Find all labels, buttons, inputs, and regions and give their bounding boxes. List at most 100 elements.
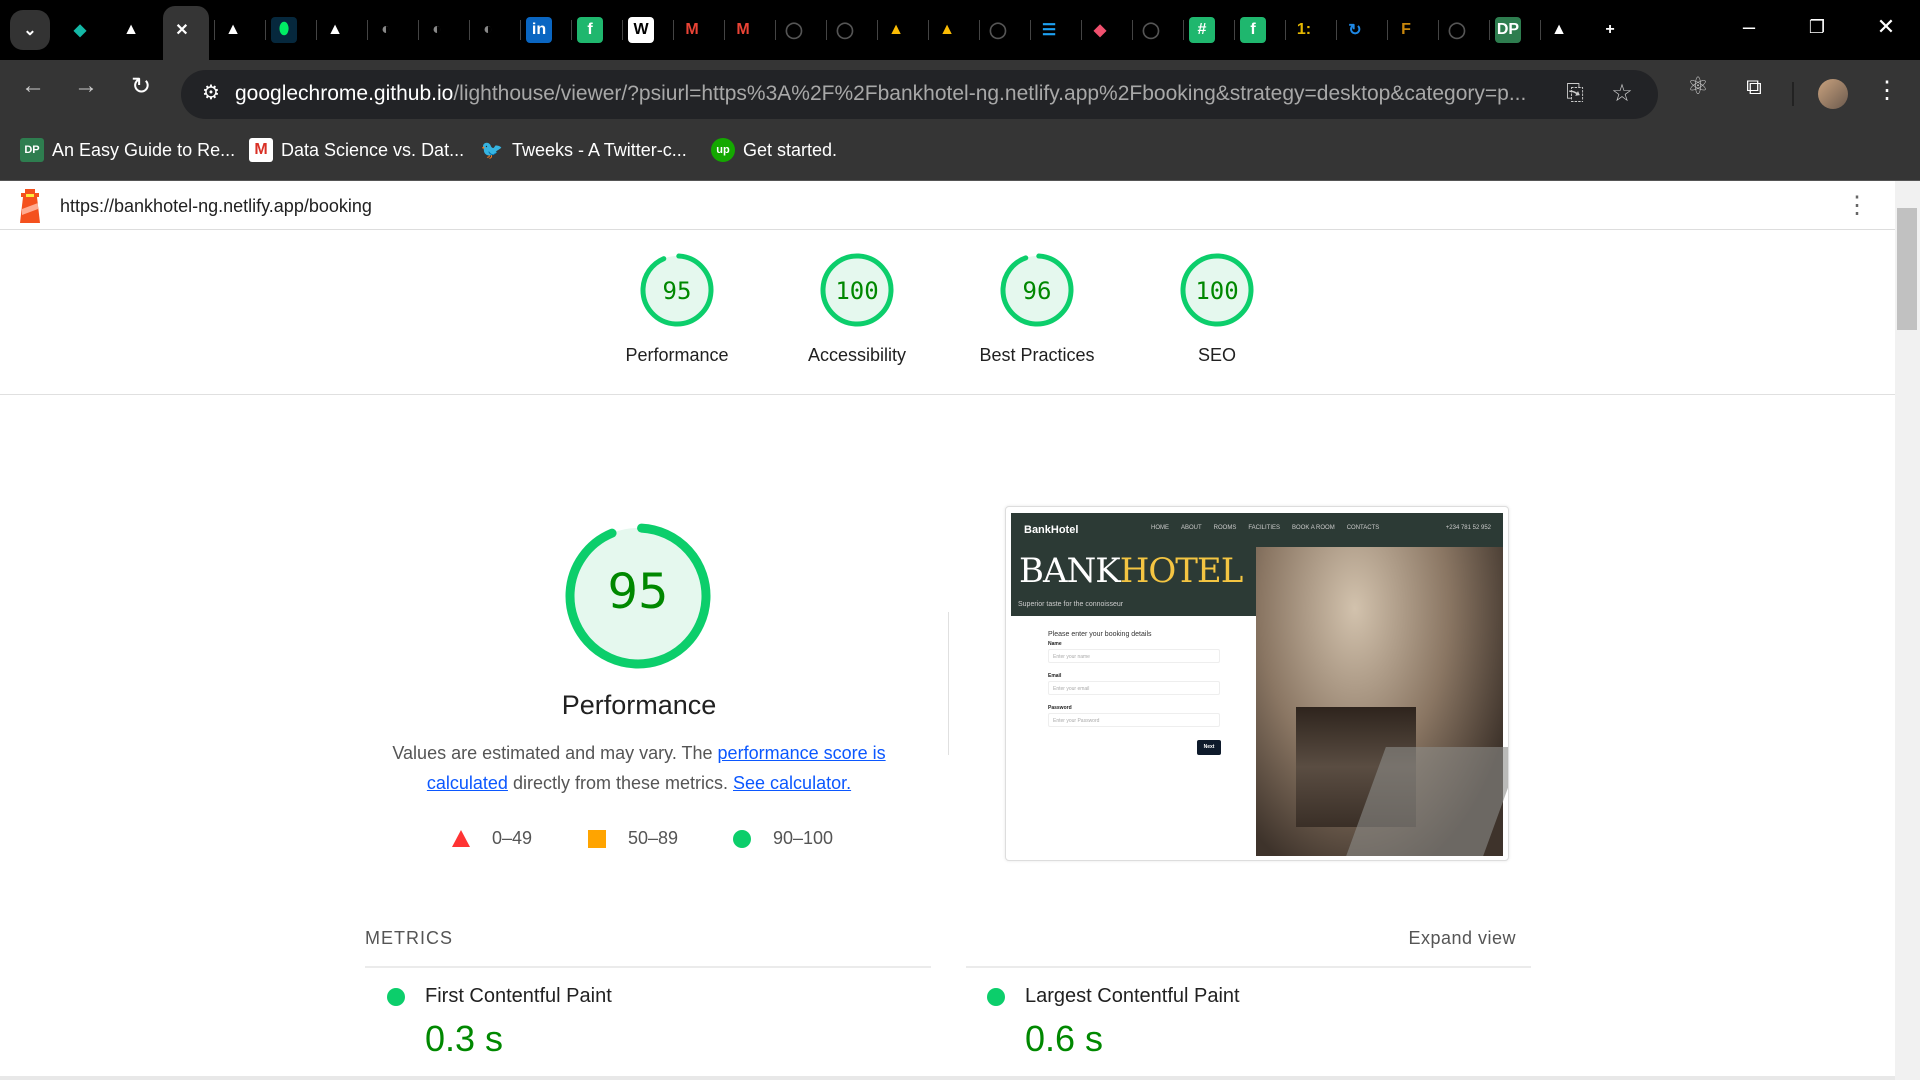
expand-view-button[interactable]: Expand view [1402, 928, 1516, 949]
toolbar-separator [1792, 82, 1794, 106]
gmail-icon[interactable]: M [679, 17, 705, 43]
metrics-header: METRICS [365, 928, 453, 948]
avatar[interactable] [1818, 79, 1848, 109]
report-url: https://bankhotel-ng.netlify.app/booking [60, 196, 372, 216]
preview-nav-item: ROOMS [1213, 525, 1237, 531]
github-icon[interactable]: ◯ [1444, 17, 1470, 43]
minimize-button[interactable]: – [1729, 14, 1769, 40]
gmail-icon[interactable]: M [730, 17, 756, 43]
gauge-best-practices[interactable]: 96 [999, 252, 1075, 328]
metric-value-fcp: 0.3 s [425, 1018, 504, 1059]
tab-separator [979, 20, 980, 40]
f-letter-icon[interactable]: F [1393, 17, 1419, 43]
preview-field-input: Enter your name [1048, 649, 1220, 663]
google-drive-icon[interactable]: ▲ [883, 17, 909, 43]
vertical-divider [948, 612, 949, 755]
legend-label: 90–100 [773, 828, 834, 848]
preview-nav-item: CONTACTS [1346, 525, 1380, 531]
preview-field-label: Email [1048, 673, 1062, 679]
github-icon[interactable]: ◯ [781, 17, 807, 43]
hero-bank: BANK [1019, 551, 1121, 591]
legend-label: 0–49 [492, 828, 533, 848]
bookmark-favicon-icon: 🐦 [480, 139, 504, 160]
sync-icon[interactable]: ↻ [1342, 17, 1368, 43]
more-options-icon[interactable]: ⋮ [1845, 191, 1869, 220]
hero-tagline: Superior taste for the connoisseur [1018, 601, 1124, 608]
dp-icon[interactable]: DP [1495, 17, 1521, 43]
performance-score: 95 [607, 564, 669, 620]
final-screenshot[interactable]: BankHotel HOME ABOUT ROOMS FACILITIES BOOK A… [1005, 506, 1509, 861]
see-calculator-link[interactable]: See calculator. [733, 773, 851, 793]
bookmark-label: Data Science vs. Dat... [281, 139, 465, 160]
horizontal-scrollbar[interactable] [0, 1076, 1895, 1080]
site-settings-icon[interactable]: ⚙ [193, 80, 229, 105]
leaf-icon[interactable]: ⬮ [271, 17, 297, 43]
pass-circle-icon [387, 988, 405, 1006]
extensions-icon[interactable]: ⧉ [1736, 74, 1772, 100]
install-icon[interactable]: ⎘ [1557, 80, 1593, 106]
lighthouse-logo-icon [20, 189, 40, 223]
forward-icon[interactable]: → [68, 72, 104, 100]
drive-triangle-icon[interactable]: ▲ [220, 17, 246, 43]
back-icon[interactable]: ← [15, 72, 51, 100]
tab-separator [571, 20, 572, 40]
legend-label: 50–89 [628, 828, 679, 848]
f-icon[interactable]: f [1240, 17, 1266, 43]
address-text[interactable]: googlechrome.github.io/lighthouse/viewer… [235, 82, 1545, 106]
tab-separator [1336, 20, 1337, 40]
preview-field-input: Enter your email [1048, 681, 1220, 695]
bookmark-item[interactable]: M Data Science vs. Dat... [249, 138, 464, 162]
tab-list-dropdown-icon[interactable]: ⌄ [10, 10, 50, 50]
metrics-divider [365, 966, 931, 968]
tab-separator [724, 20, 725, 40]
address-path: /lighthouse/viewer/?psiurl=https%3A%2F%2… [453, 82, 1527, 105]
form-title: Please enter your booking details [1048, 631, 1152, 638]
close-window-button[interactable]: ✕ [1866, 14, 1906, 40]
f-icon[interactable]: f [577, 17, 603, 43]
tab-separator [673, 20, 674, 40]
tab-separator [1387, 20, 1388, 40]
performance-description: Values are estimated and may vary. The p… [380, 738, 898, 798]
pen-icon[interactable]: ◆ [1087, 17, 1113, 43]
preview-field-input: Enter your Password [1048, 713, 1220, 727]
github-icon[interactable]: ◯ [985, 17, 1011, 43]
gauge-performance[interactable]: 95 [639, 252, 715, 328]
google-drive-icon[interactable]: ▲ [934, 17, 960, 43]
drive-triangle-icon[interactable]: ▲ [1546, 17, 1572, 43]
plus-icon[interactable]: + [1597, 17, 1623, 43]
diamond-icon[interactable]: ◆ [67, 17, 93, 43]
pass-circle-icon [987, 988, 1005, 1006]
preview-nav-item: ABOUT [1181, 525, 1202, 531]
menu-icon[interactable]: ⋮ [1869, 76, 1905, 105]
globe-icon[interactable]: ◐ [373, 17, 399, 43]
linkedin-icon[interactable]: in [526, 17, 552, 43]
performance-title: Performance [561, 690, 717, 720]
legend-average: 50–89 [588, 828, 678, 849]
restore-button[interactable]: ❐ [1797, 17, 1837, 38]
metrics-divider [966, 966, 1531, 968]
bookmark-item[interactable]: DP An Easy Guide to Re... [20, 138, 235, 162]
drive-triangle-icon[interactable]: ▲ [118, 17, 144, 43]
star-icon[interactable]: ☆ [1604, 79, 1640, 108]
drive-triangle-icon[interactable]: ▲ [322, 17, 348, 43]
scrollbar-thumb[interactable] [1897, 208, 1917, 330]
github-icon[interactable]: ◯ [1138, 17, 1164, 43]
bookmark-item[interactable]: up Get started. [711, 138, 837, 162]
tab-separator [1081, 20, 1082, 40]
tag-icon[interactable]: 1: [1291, 17, 1317, 43]
github-icon[interactable]: ◯ [832, 17, 858, 43]
close-icon[interactable]: ✕ [169, 17, 195, 43]
hash-icon[interactable]: # [1189, 17, 1215, 43]
gauge-accessibility[interactable]: 100 [819, 252, 895, 328]
globe-icon[interactable]: ◐ [475, 17, 501, 43]
lines-icon[interactable]: ☰ [1036, 17, 1062, 43]
bookmark-item[interactable]: 🐦 Tweeks - A Twitter-c... [480, 138, 687, 162]
preview-nav-item: FACILITIES [1248, 525, 1281, 531]
gauge-seo[interactable]: 100 [1179, 252, 1255, 328]
w-icon[interactable]: W [628, 17, 654, 43]
globe-icon[interactable]: ◐ [424, 17, 450, 43]
performance-gauge-large: 95 [560, 518, 716, 679]
preview-nav-item: BOOK A ROOM [1292, 525, 1335, 531]
react-devtools-icon[interactable]: ⚛ [1680, 72, 1716, 101]
reload-icon[interactable]: ↻ [123, 72, 159, 101]
